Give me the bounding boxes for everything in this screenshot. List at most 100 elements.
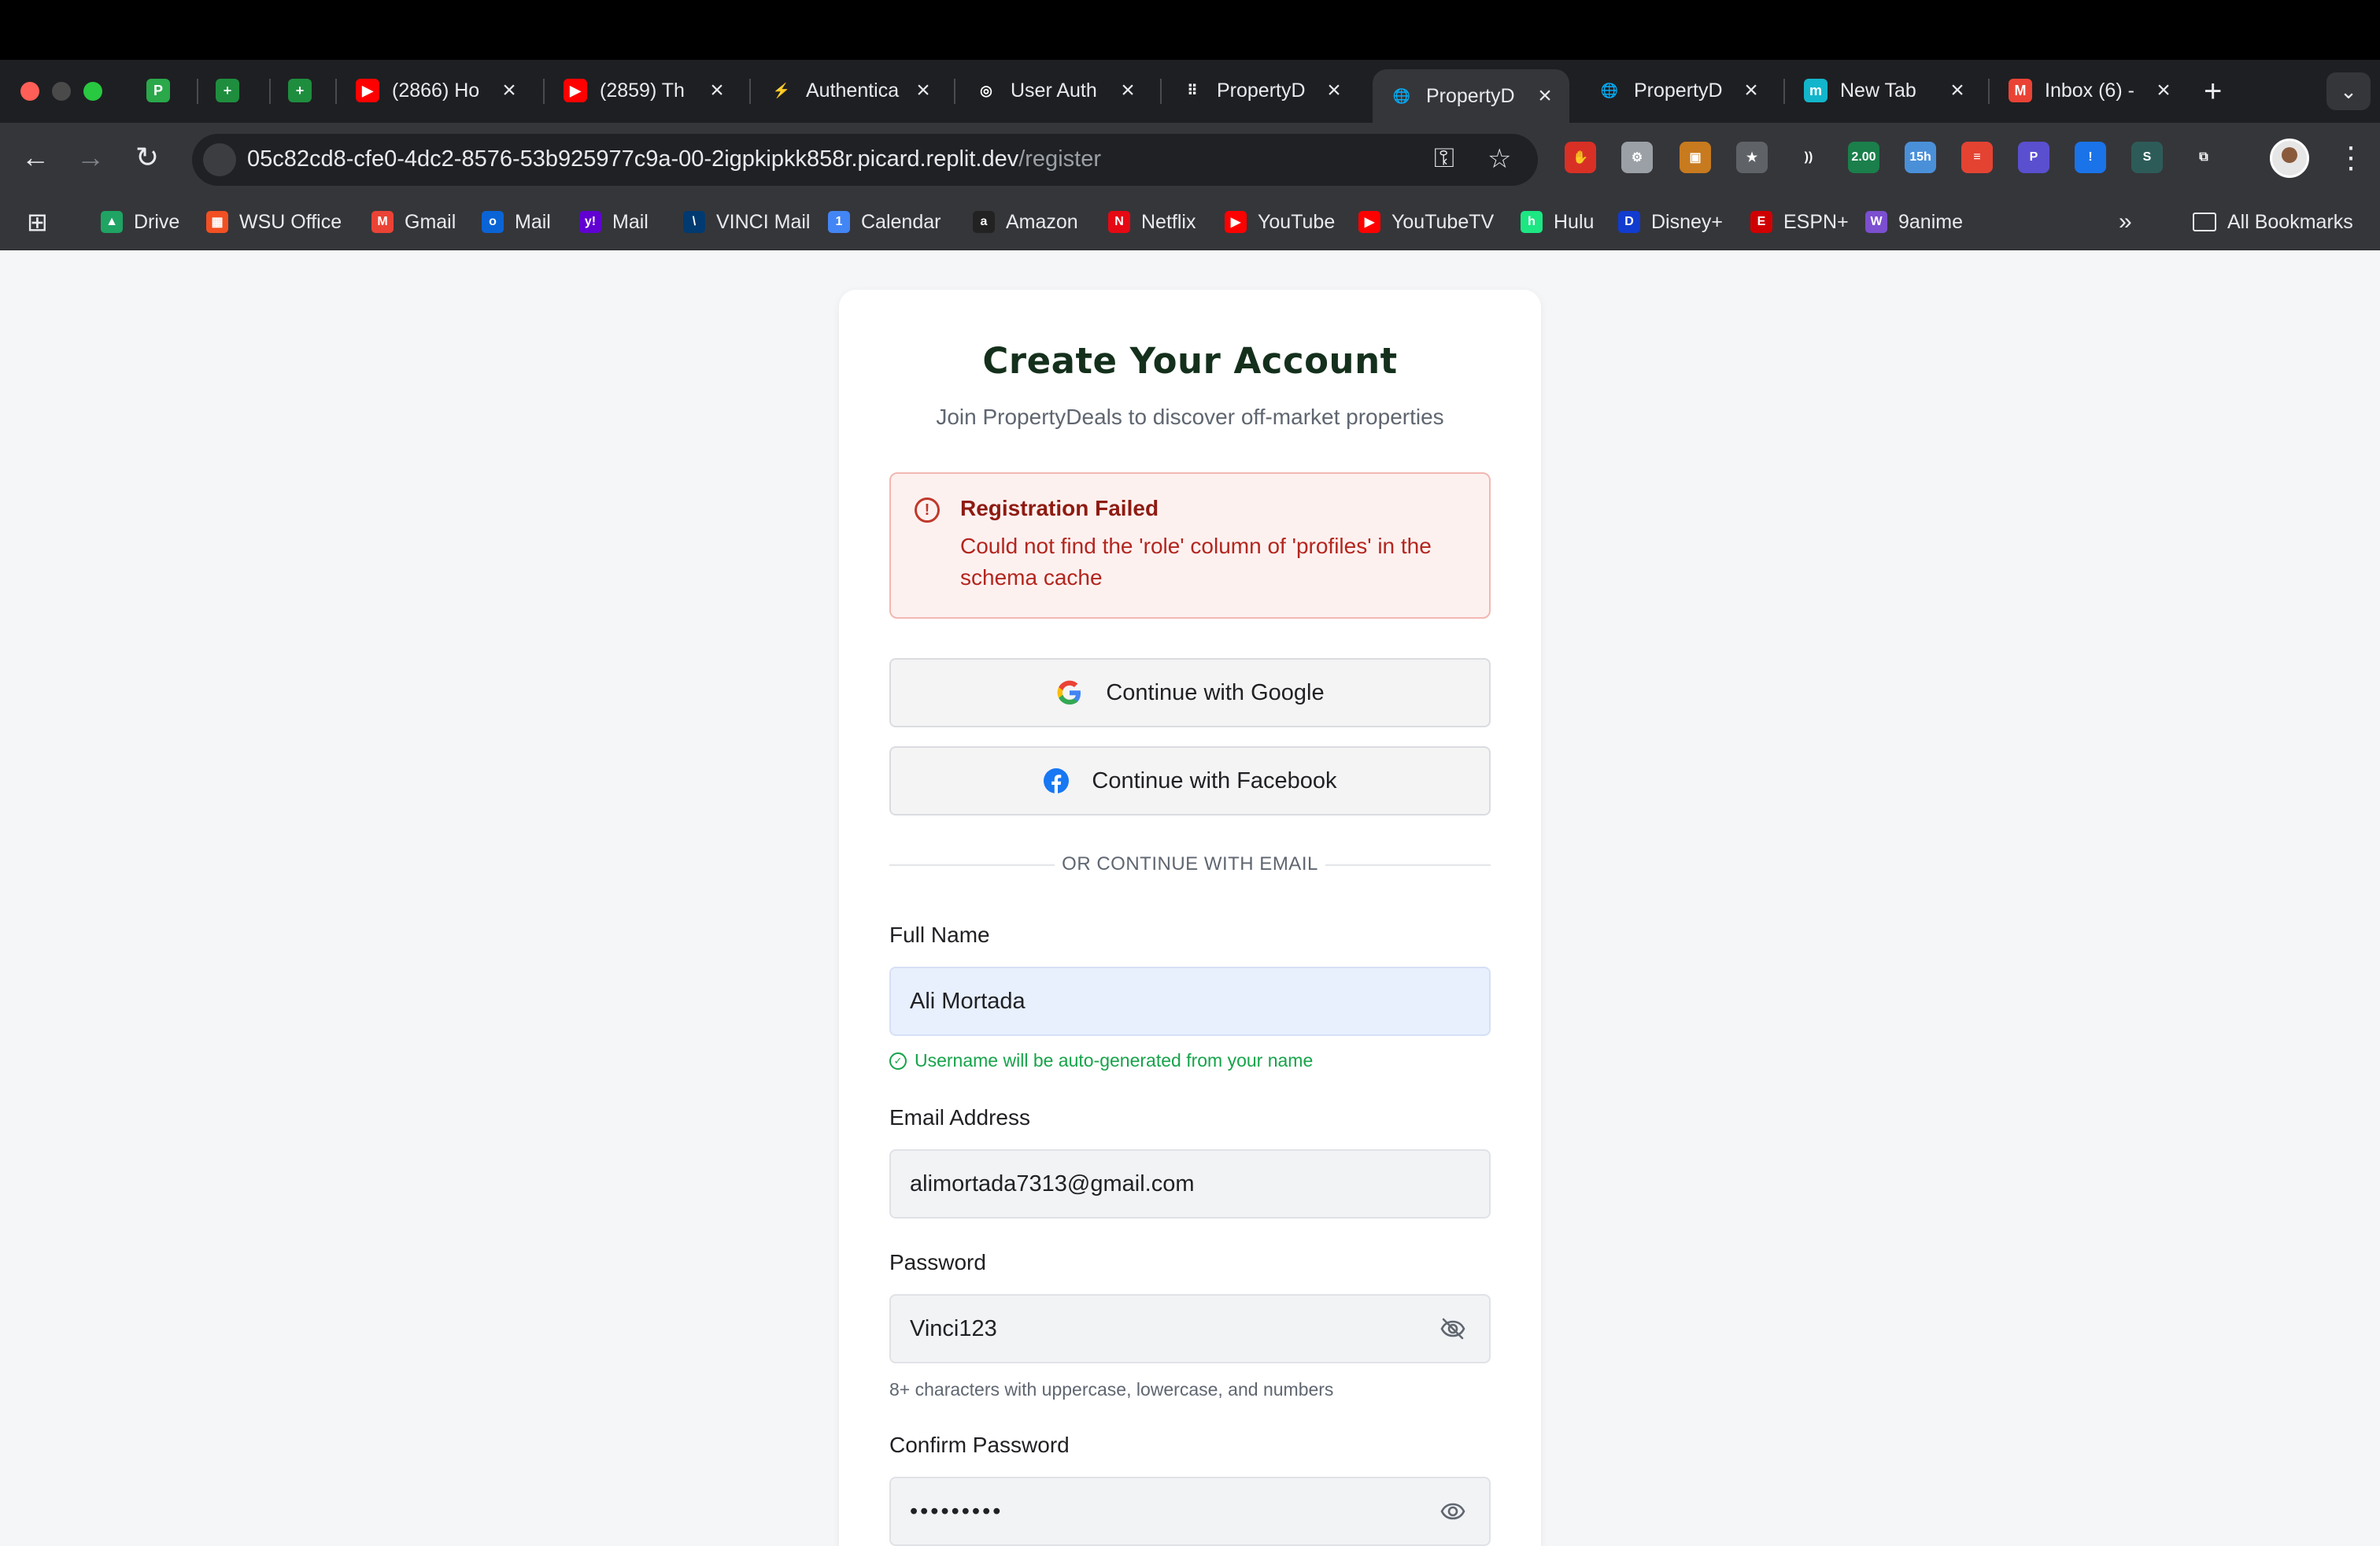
key-icon[interactable]: ⚿ [1434,143,1454,174]
browser-tab[interactable]: ◎ User Auth × [957,69,1152,112]
bookmark-item[interactable]: E ESPN+ [1750,206,1849,238]
bookmark-label: 9anime [1898,210,1963,233]
browser-tab[interactable]: 🌐 PropertyD × [1373,69,1569,123]
confirm-password-input[interactable] [889,1477,1491,1546]
tab-close-icon[interactable]: × [910,77,937,104]
eye-off-icon[interactable] [1437,1313,1469,1344]
url-text[interactable]: 05c82cd8-cfe0-4dc2-8576-53b925977c9a-00-… [247,146,1101,172]
bookmark-item[interactable]: D Disney+ [1618,206,1723,238]
extension-icon[interactable]: 15h [1905,142,1936,173]
browser-tab[interactable]: ▶ (2866) Ho × [338,69,534,112]
bookmark-item[interactable]: W 9anime [1865,206,1963,238]
page-subtitle: Join PropertyDeals to discover off-marke… [936,405,1444,429]
extension-icon[interactable]: ✋ [1565,142,1596,173]
bookmark-favicon-icon: ▶ [1358,211,1380,233]
extension-icon[interactable]: ≡ [1961,142,1993,173]
extension-icon[interactable]: 2.00 [1848,142,1879,173]
profile-avatar[interactable] [2270,139,2309,178]
browser-tab[interactable]: ▶ (2859) Th × [546,69,741,112]
extension-icon[interactable]: S [2131,142,2163,173]
bookmark-item[interactable]: ▦ WSU Office [206,206,342,238]
bookmark-item[interactable]: a Amazon [973,206,1078,238]
browser-tab[interactable]: M Inbox (6) - × [1991,69,2188,112]
bookmark-star-icon[interactable]: ☆ [1488,143,1511,175]
minimize-window-button[interactable] [52,82,71,101]
email-input[interactable] [889,1149,1491,1219]
bookmark-favicon-icon: D [1618,211,1640,233]
more-menu-icon[interactable]: ⋮ [2336,140,2366,176]
alert-message: Could not find the 'role' column of 'pro… [960,534,1432,590]
extension-icon[interactable]: ⚙ [1621,142,1653,173]
bookmark-favicon-icon: \ [683,211,705,233]
extension-icon[interactable]: ★ [1736,142,1768,173]
bookmark-item[interactable]: N Netflix [1108,206,1196,238]
browser-tab[interactable]: m New Tab × [1787,69,1982,112]
tab-close-icon[interactable]: × [1944,77,1971,104]
bookmark-label: Mail [612,210,649,233]
bookmark-item[interactable]: h Hulu [1521,206,1594,238]
bookmark-favicon-icon: a [973,211,995,233]
tab-close-icon[interactable]: × [496,77,523,104]
extension-icon[interactable]: ⧉ [2188,142,2219,173]
extension-icon[interactable]: ! [2075,142,2106,173]
apps-icon[interactable]: ⊞ [27,206,48,238]
close-window-button[interactable] [20,82,39,101]
maximize-window-button[interactable] [83,82,102,101]
bookmark-favicon-icon: M [371,211,394,233]
extension-icon[interactable]: )) [1793,142,1824,173]
facebook-button-label: Continue with Facebook [1092,767,1337,793]
browser-tab[interactable]: 🌐 PropertyD × [1580,69,1776,112]
more-bookmarks-icon[interactable]: » [2119,206,2132,238]
bookmark-item[interactable]: ▲ Drive [101,206,179,238]
bookmark-item[interactable]: 1 Calendar [828,206,941,238]
bookmark-label: Calendar [861,210,941,233]
bookmark-item[interactable]: o Mail [482,206,551,238]
tab-close-icon[interactable]: × [2150,77,2177,104]
browser-tab[interactable]: + [272,69,327,112]
browser-tab[interactable]: ⠿ PropertyD × [1163,69,1358,112]
folder-icon [2193,213,2216,231]
all-bookmarks-button[interactable]: All Bookmarks [2193,206,2353,238]
browser-tab[interactable]: P [131,69,186,112]
tab-favicon-icon: ⠿ [1181,79,1204,102]
bookmark-item[interactable]: ▶ YouTube [1225,206,1335,238]
tab-close-icon[interactable]: × [704,77,730,104]
bookmark-favicon-icon: 1 [828,211,850,233]
username-hint: ✓ Username will be auto-generated from y… [889,1050,1313,1071]
full-name-input[interactable] [889,967,1491,1036]
google-signin-button[interactable]: Continue with Google [889,658,1491,727]
reload-button[interactable]: ↻ [128,140,167,175]
bookmark-label: Mail [515,210,551,233]
browser-tab[interactable]: + [200,69,255,112]
bookmark-label: Drive [134,210,180,233]
tab-title: PropertyD [1426,84,1515,107]
tab-search-button[interactable]: ⌄ [2326,72,2371,110]
tab-close-icon[interactable]: × [1321,77,1347,104]
alert-circle-icon: ! [915,497,940,523]
forward-button[interactable]: → [71,140,110,175]
bookmark-item[interactable]: ▶ YouTubeTV [1358,206,1494,238]
back-button[interactable]: ← [16,140,55,175]
username-hint-text: Username will be auto-generated from you… [915,1050,1314,1071]
eye-icon[interactable] [1437,1496,1469,1527]
bookmark-item[interactable]: y! Mail [579,206,649,238]
extension-icon[interactable]: ▣ [1680,142,1711,173]
tab-close-icon[interactable]: × [1738,77,1765,104]
bookmark-favicon-icon: ▦ [206,211,228,233]
bookmark-item[interactable]: \ VINCI Mail [683,206,810,238]
tab-separator [335,79,337,104]
tab-separator [1783,79,1785,104]
password-input[interactable] [889,1294,1491,1363]
tab-close-icon[interactable]: × [1114,77,1141,104]
extension-icon[interactable]: P [2018,142,2049,173]
bookmark-label: YouTube [1258,210,1336,233]
browser-tab[interactable]: ⚡ Authentica × [752,69,948,112]
divider-text: OR CONTINUE WITH EMAIL [1062,853,1318,875]
bookmark-item[interactable]: M Gmail [371,206,456,238]
new-tab-button[interactable]: + [2204,76,2222,107]
tab-separator [543,79,545,104]
site-info-icon[interactable] [203,143,236,176]
bookmark-favicon-icon: E [1750,211,1772,233]
tab-close-icon[interactable]: × [1532,83,1558,109]
facebook-signin-button[interactable]: Continue with Facebook [889,746,1491,816]
